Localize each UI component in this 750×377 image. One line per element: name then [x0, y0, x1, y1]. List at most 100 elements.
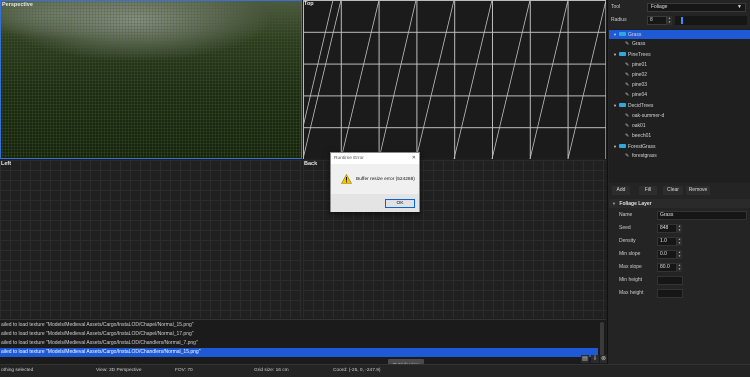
- foliage-layer-header[interactable]: ▼ Foliage Layer: [609, 199, 750, 208]
- tool-label: Tool: [611, 4, 621, 10]
- viewport-left-label: Left: [1, 161, 12, 167]
- tree-label: oak-summer-d: [632, 112, 665, 119]
- tree-label: beech01: [632, 133, 652, 139]
- min-slope-label: Min slope: [619, 251, 641, 257]
- tree-label: ForestGrass: [628, 144, 656, 151]
- radius-label: Radius: [611, 17, 627, 23]
- console-filter-icon[interactable]: ▤: [581, 355, 589, 363]
- dialog-footer: OK: [331, 194, 419, 212]
- density-label: Density: [619, 238, 636, 244]
- max-height-label: Max height: [619, 290, 644, 296]
- max-slope-field[interactable]: 80.0: [657, 263, 677, 272]
- status-bar: othing selected View: 3D Perspective FOV…: [0, 364, 750, 377]
- folder-icon: [619, 52, 626, 57]
- folder-icon: [619, 143, 626, 148]
- foliage-item-icon: ✎: [625, 112, 630, 119]
- tree-label: pine04: [632, 92, 648, 99]
- dialog-message: Buffer resize error (524288): [356, 177, 415, 182]
- remove-button[interactable]: Remove: [686, 186, 710, 195]
- tree-label: pine02: [632, 71, 648, 78]
- status-view: View: 3D Perspective: [96, 368, 142, 373]
- status-grid-size: Grid size: 16 cm: [254, 368, 289, 373]
- radius-slider-thumb[interactable]: [680, 17, 683, 24]
- warning-icon: [341, 174, 352, 184]
- tree-label: pine01: [632, 61, 648, 68]
- status-selection: othing selected: [1, 368, 34, 373]
- max-slope-label: Max slope: [619, 264, 642, 270]
- name-label: Name: [619, 212, 633, 218]
- viewport-top[interactable]: Top: [303, 0, 606, 159]
- tree-label: Grass: [632, 41, 646, 48]
- status-fov: FOV: 70: [175, 368, 193, 373]
- console-line-selected[interactable]: ailed to load texture "Models/Medieval A…: [0, 348, 598, 357]
- tree-folder-pinetrees[interactable]: ▼ PineTrees: [609, 50, 651, 59]
- viewport-top-label: Top: [304, 1, 314, 7]
- tree-label: oak01: [632, 122, 646, 129]
- foliage-item-icon: ✎: [625, 61, 630, 68]
- foliage-item-icon: ✎: [625, 122, 630, 129]
- folder-icon: [619, 103, 626, 108]
- density-field[interactable]: 1.0: [657, 237, 677, 246]
- console-export-icon[interactable]: ⇩: [591, 355, 599, 363]
- tree-folder-decidtrees[interactable]: ▼ DecidTrees: [609, 101, 653, 110]
- foliage-item-icon: ✎: [625, 71, 630, 78]
- viewport-perspective[interactable]: Perspective: [0, 0, 302, 159]
- foliage-tree[interactable]: ▼ Grass ✎ Grass ▼ PineTrees ✎ pine01 ✎ pine02 ✎ pin…: [609, 29, 750, 183]
- tree-item-beech01[interactable]: ✎ beech01: [625, 132, 651, 141]
- min-height-field[interactable]: [657, 276, 683, 285]
- tree-label: Grass: [628, 32, 642, 38]
- min-slope-field[interactable]: 0.0: [657, 250, 677, 259]
- tree-item-pine03[interactable]: ✎ pine03: [625, 81, 647, 90]
- tree-label: PineTrees: [628, 52, 651, 59]
- console-log[interactable]: ailed to load texture "Models/Medieval A…: [0, 319, 606, 365]
- radius-input[interactable]: 8: [647, 16, 667, 25]
- dialog-title-bar[interactable]: Runtime Error ✕: [331, 153, 419, 164]
- tree-item-oak01[interactable]: ✎ oak01: [625, 122, 646, 131]
- tree-folder-grass[interactable]: ▼ Grass: [609, 30, 750, 39]
- foliage-item-icon: ✎: [625, 82, 630, 88]
- foliage-item-icon: ✎: [625, 133, 630, 139]
- tool-select-value: Foliage: [651, 4, 668, 10]
- seed-field[interactable]: 848: [657, 224, 677, 233]
- dialog-title: Runtime Error: [334, 156, 364, 161]
- foliage-item-icon: ✎: [625, 153, 630, 160]
- tool-select[interactable]: Foliage ▼: [647, 3, 746, 12]
- console-line[interactable]: ailed to load texture "Models/Medieval A…: [0, 330, 598, 339]
- name-field[interactable]: Grass: [657, 211, 747, 220]
- runtime-error-dialog: Runtime Error ✕ Buffer resize error (524…: [330, 152, 420, 212]
- radius-spinner[interactable]: ▲ ▼: [667, 16, 672, 25]
- viewport-perspective-label: Perspective: [2, 2, 33, 8]
- tree-label: forestgrass: [632, 153, 657, 160]
- console-line[interactable]: ailed to load texture "Models/Medieval A…: [0, 321, 598, 330]
- collapse-arrow-icon: ▼: [612, 201, 616, 206]
- top-grid-diagonals: [303, 0, 606, 159]
- console-line[interactable]: ailed to load texture "Models/Medieval A…: [0, 339, 598, 348]
- chevron-down-icon: ▼: [737, 4, 742, 10]
- tree-item-oak-summer-d[interactable]: ✎ oak-summer-d: [625, 112, 664, 121]
- tree-item-pine02[interactable]: ✎ pine02: [625, 71, 647, 80]
- min-slope-spinner[interactable]: ▲ ▼: [677, 250, 682, 259]
- foliage-item-icon: ✎: [625, 92, 630, 99]
- console-clear-icon[interactable]: ⊗: [600, 355, 607, 363]
- tree-item-pine04[interactable]: ✎ pine04: [625, 91, 647, 100]
- seed-spinner[interactable]: ▲ ▼: [677, 224, 682, 233]
- add-button[interactable]: Add: [612, 186, 630, 195]
- min-height-label: Min height: [619, 277, 643, 283]
- tree-item-grass[interactable]: ✎ Grass: [625, 40, 645, 49]
- tree-label: pine03: [632, 82, 648, 88]
- foliage-layer-title: Foliage Layer: [619, 201, 652, 207]
- seed-label: Seed: [619, 225, 631, 231]
- viewport-left[interactable]: Left: [0, 160, 302, 318]
- max-height-field[interactable]: [657, 289, 683, 298]
- clear-button[interactable]: Clear: [663, 186, 683, 195]
- viewport-back-label: Back: [304, 161, 318, 167]
- fill-button[interactable]: Fill: [639, 186, 657, 195]
- ok-button[interactable]: OK: [385, 199, 415, 208]
- max-slope-spinner[interactable]: ▲ ▼: [677, 263, 682, 272]
- close-icon[interactable]: ✕: [412, 153, 416, 164]
- density-spinner[interactable]: ▲ ▼: [677, 237, 682, 246]
- radius-slider[interactable]: [675, 16, 747, 25]
- tree-item-forestgrass[interactable]: ✎ forestgrass: [625, 152, 657, 161]
- tree-folder-forestgrass[interactable]: ▼ ForestGrass: [609, 142, 656, 151]
- tree-item-pine01[interactable]: ✎ pine01: [625, 61, 647, 70]
